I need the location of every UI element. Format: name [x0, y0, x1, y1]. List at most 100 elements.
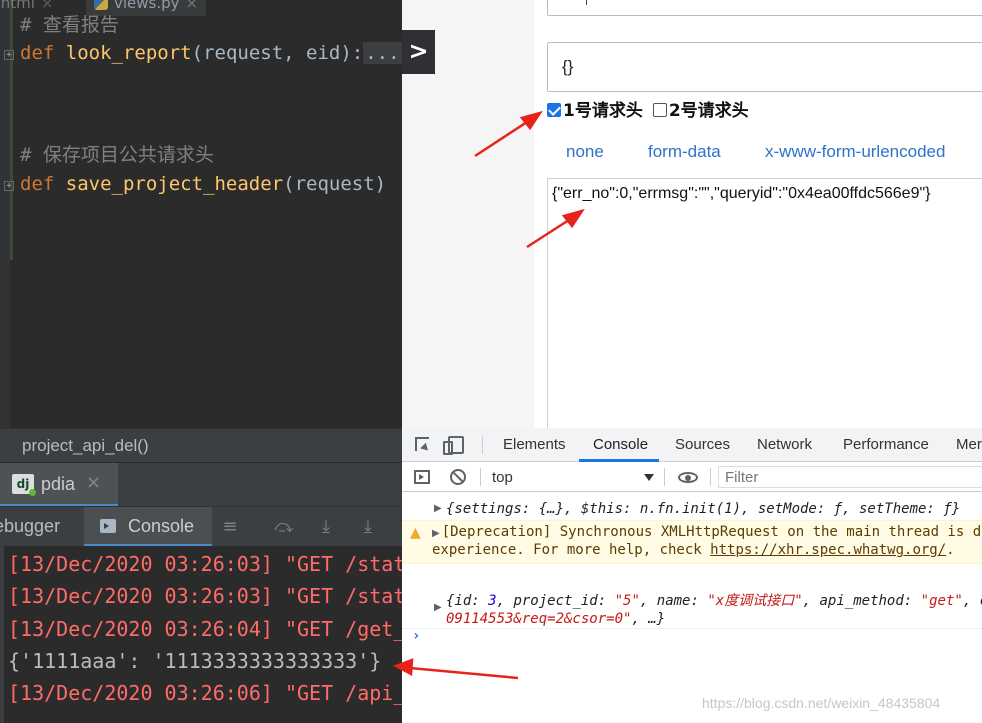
python-file-icon [94, 0, 108, 10]
run-tab-label: pdia [41, 474, 76, 494]
tab-memory[interactable]: Mer [956, 436, 982, 453]
header2-label[interactable]: 2号请求头 [669, 101, 749, 121]
code-editor[interactable]: .html× views.py× # 查看报告 + def look_repor… [0, 0, 402, 428]
tab-console[interactable]: Console [593, 436, 648, 453]
live-expression-eye-icon[interactable] [678, 472, 698, 483]
divider [710, 468, 711, 486]
tab-performance[interactable]: Performance [843, 436, 929, 453]
tab-console-label: Console [128, 516, 195, 536]
object-project-id-value: "5" [614, 593, 640, 609]
tab-debugger[interactable]: ebugger [0, 516, 60, 537]
code-comment-look-report: # 查看报告 [20, 14, 119, 36]
header2-checkbox[interactable] [652, 103, 667, 117]
text-caret [586, 0, 587, 5]
body-input[interactable]: {} [547, 42, 982, 92]
code-comment-save-header: # 保存项目公共请求头 [20, 144, 214, 166]
tool-window-bar: ebugger Console ≡ ⤼ ⤓ ⤓ [0, 506, 402, 547]
object-method-value: "get" [920, 593, 963, 609]
menu-icon[interactable]: ≡ [220, 517, 240, 537]
fold-icon[interactable]: + [4, 50, 14, 60]
divider [480, 468, 481, 486]
code-line-look-report: def look_report(request, eid):... [20, 42, 402, 64]
warning-line-2-end: . [946, 542, 955, 558]
keyword-def: def [20, 173, 55, 195]
console-filter-input[interactable]: Filter [718, 466, 982, 488]
run-tab-bar: dj pdia × [0, 462, 402, 507]
tab-elements[interactable]: Elements [503, 436, 566, 453]
editor-tab-views-label: views.py [114, 0, 180, 12]
function-name-look-report: look_report [65, 42, 192, 64]
header-input[interactable] [547, 0, 982, 16]
fold-icon[interactable]: + [4, 181, 14, 191]
divider [664, 468, 665, 486]
response-output[interactable]: {"err_no":0,"errmsg":"","queryid":"0x4ea… [547, 178, 982, 428]
clear-console-icon[interactable] [450, 469, 466, 485]
function-args: (request) [283, 173, 387, 195]
console-warning[interactable]: ▲ ▶ [Deprecation] Synchronous XMLHttpRequ… [402, 520, 982, 564]
console-toolbar: top Filter [402, 462, 982, 492]
body-type-none[interactable]: none [566, 142, 604, 162]
function-args: (request, eid): [191, 42, 364, 64]
run-tab-pdia[interactable]: dj pdia × [0, 463, 118, 507]
console-prompt[interactable]: › [402, 628, 982, 650]
header1-checkbox[interactable] [547, 103, 561, 117]
tab-sources[interactable]: Sources [675, 436, 730, 453]
device-toolbar-icon[interactable] [443, 436, 464, 455]
devtools-tab-bar: Elements Console Sources Network Perform… [402, 428, 982, 462]
divider [482, 436, 483, 454]
prompt-chevron-icon: › [412, 628, 421, 644]
close-icon[interactable]: × [86, 472, 101, 493]
expand-triangle-icon[interactable]: ▶ [432, 528, 440, 539]
console-object-api[interactable]: {id: 3, project_id: "5", name: "x度调试接口",… [446, 592, 982, 628]
object-url-value: 09114553&req=2&csor=0" [446, 611, 632, 627]
devtools-panel: Elements Console Sources Network Perform… [402, 428, 982, 723]
console-line: [13/Dec/2020 03:26:03] "GET /stat [8, 584, 402, 608]
object-text: , name: [639, 593, 708, 609]
object-text: {id: [446, 593, 489, 609]
chevron-down-icon[interactable] [644, 474, 654, 481]
watermark: https://blog.csdn.net/weixin_48435804 [702, 695, 941, 711]
console-line: [13/Dec/2020 03:26:03] "GET /stat [8, 552, 402, 576]
editor-gutter [0, 0, 10, 428]
object-text: , c [962, 593, 982, 609]
code-line-save-header: def save_project_header(request) [20, 173, 386, 195]
inspect-element-icon[interactable] [415, 437, 429, 451]
folded-code-placeholder[interactable]: ... [363, 42, 402, 64]
console-line-header-dict: {'1111aaa': '1113333333333333'} [8, 649, 382, 673]
header1-label[interactable]: 1号请求头 [563, 101, 643, 121]
body-type-form-data[interactable]: form-data [648, 142, 721, 162]
close-icon[interactable]: × [186, 0, 199, 12]
object-name-value: "x度调试接口" [707, 593, 803, 609]
step-into-my-code-icon[interactable]: ⤓ [358, 517, 378, 537]
console-rail [0, 546, 4, 723]
header-selector: 1号请求头 2号请求头 [547, 96, 749, 121]
object-text: , …} [631, 611, 666, 627]
object-text: , project_id: [496, 593, 615, 609]
sidebar-toggle-icon[interactable] [414, 470, 430, 484]
context-selector[interactable]: top [492, 469, 513, 486]
run-console-output[interactable]: [13/Dec/2020 03:26:03] "GET /stat [13/De… [0, 546, 402, 723]
object-text: , api_method: [802, 593, 921, 609]
body-type-urlencoded[interactable]: x-www-form-urlencoded [765, 142, 945, 162]
warning-icon: ▲ [410, 525, 421, 541]
expand-triangle-icon[interactable]: ▶ [434, 503, 442, 514]
keyword-def: def [20, 42, 55, 64]
tab-network[interactable]: Network [757, 436, 812, 453]
running-status-icon [29, 489, 36, 496]
breadcrumb-function[interactable]: project_api_del() [22, 436, 149, 456]
warning-line-2: experience. For more help, check [432, 542, 711, 558]
page-side-panel: > [402, 0, 534, 428]
warning-line-1: [Deprecation] Synchronous XMLHttpRequest… [441, 524, 982, 540]
breadcrumb[interactable]: project_api_del() [0, 428, 402, 462]
warning-link[interactable]: https://xhr.spec.whatwg.org/ [710, 542, 946, 558]
function-name-save-header: save_project_header [65, 173, 284, 195]
vcs-change-marker [10, 0, 13, 260]
tab-console[interactable]: Console [84, 507, 212, 547]
expand-button[interactable]: > [402, 30, 435, 74]
console-object[interactable]: {settings: {…}, $this: n.fn.init(1), set… [446, 501, 960, 517]
step-into-icon[interactable]: ⤓ [316, 517, 336, 537]
warning-text: ▶ [Deprecation] Synchronous XMLHttpReques… [432, 523, 982, 559]
console-line: [13/Dec/2020 03:26:04] "GET /get_ [8, 617, 402, 641]
expand-triangle-icon[interactable]: ▶ [434, 602, 442, 613]
step-over-icon[interactable]: ⤼ [274, 517, 294, 537]
